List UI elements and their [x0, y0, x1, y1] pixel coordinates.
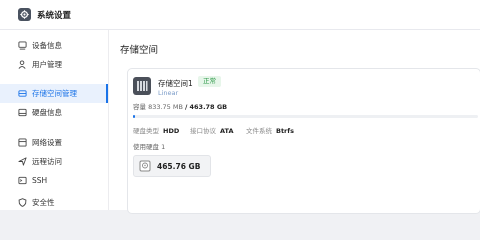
capacity-progress-bar: [133, 115, 478, 118]
meta-label: 硬盘类型: [133, 127, 159, 135]
device-icon: [18, 41, 27, 50]
meta-filesystem: 文件系统 Btrfs: [246, 125, 294, 135]
sidebar-item-label: 存储空间管理: [32, 89, 77, 98]
disk-chip[interactable]: 465.76 GB: [133, 155, 211, 177]
sidebar-item-storage-management[interactable]: 存储空间管理: [0, 84, 108, 103]
sidebar-item-label: 设备信息: [32, 41, 62, 50]
storage-pool-card[interactable]: 存储空间1 正常 Linear 容量 833.75 MB / 463.78 GB…: [127, 68, 480, 214]
sidebar-item-label: 用户管理: [32, 60, 62, 69]
page-title: 存储空间: [120, 45, 159, 56]
status-badge: 正常: [198, 76, 221, 87]
storage-icon: [18, 89, 27, 98]
sidebar-item-ssh[interactable]: SSH: [0, 171, 108, 190]
sidebar-item-label: 远程访问: [32, 157, 62, 166]
hard-drive-icon: [139, 160, 151, 172]
network-icon: [18, 138, 27, 147]
sidebar-item-user-management[interactable]: 用户管理: [0, 55, 108, 74]
meta-interface: 接口协议 ATA: [190, 125, 234, 135]
meta-label: 文件系统: [246, 127, 272, 135]
title-bar: 系统设置: [0, 0, 480, 30]
sidebar-item-label: 硬盘信息: [32, 108, 62, 117]
disks-label: 使用硬盘 1: [133, 143, 166, 151]
meta-value: ATA: [220, 127, 234, 135]
sidebar-item-label: SSH: [32, 176, 48, 185]
sidebar-item-label: 网络设置: [32, 138, 62, 147]
capacity-total: 463.78 GB: [189, 103, 228, 111]
terminal-icon: [18, 176, 27, 185]
capacity-progress-fill: [133, 115, 136, 118]
sidebar-item-device-info[interactable]: 设备信息: [0, 36, 108, 55]
sidebar-item-remote-access[interactable]: 远程访问: [0, 152, 108, 171]
disk-size: 465.76 GB: [157, 161, 201, 171]
capacity-line: 容量 833.75 MB / 463.78 GB: [133, 101, 227, 111]
meta-value: HDD: [163, 127, 180, 135]
pool-type: Linear: [158, 89, 179, 97]
meta-value: Btrfs: [276, 127, 294, 135]
main-content: 存储空间 存储空间1 正常 Linear 容量 833.75 MB / 463.…: [108, 30, 480, 214]
meta-label: 接口协议: [190, 127, 216, 135]
remote-access-icon: [18, 157, 27, 166]
app-title: 系统设置: [37, 10, 72, 21]
sidebar-item-label: 安全性: [32, 198, 55, 207]
sidebar: 设备信息 用户管理 存储空间管理 硬盘信息 网络设置 远程访问 SSH 安全性: [0, 30, 108, 210]
capacity-used: 833.75 MB: [148, 103, 183, 111]
sidebar-item-disk-info[interactable]: 硬盘信息: [0, 103, 108, 122]
sidebar-item-network-settings[interactable]: 网络设置: [0, 133, 108, 152]
shield-icon: [18, 198, 27, 207]
sidebar-item-security[interactable]: 安全性: [0, 193, 108, 212]
gear-icon: [18, 8, 31, 21]
disk-icon: [18, 108, 27, 117]
capacity-label: 容量: [133, 103, 146, 111]
meta-disk-type: 硬盘类型 HDD: [133, 125, 179, 135]
storage-pool-icon: [133, 77, 151, 95]
pool-name: 存储空间1: [158, 79, 193, 88]
user-icon: [18, 60, 27, 69]
capacity-separator: /: [185, 103, 188, 111]
